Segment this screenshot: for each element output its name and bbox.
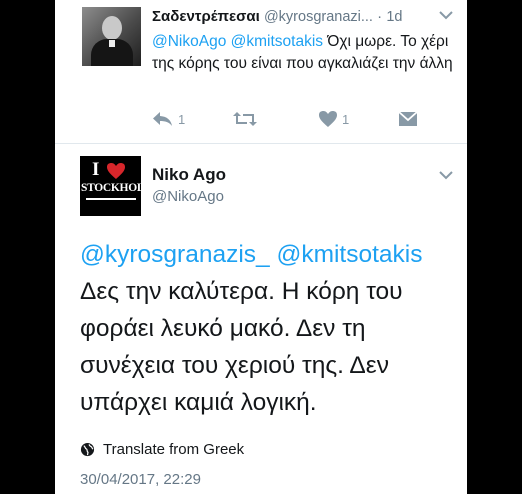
translate-button[interactable]: Translate from Greek xyxy=(80,440,244,458)
main-avatar[interactable]: I STOCKHOLM xyxy=(80,156,141,216)
dm-action-button[interactable] xyxy=(398,109,418,129)
tweet-card: Σαδεντρέπεσαι @kyrosgranazi... · 1d @Nik… xyxy=(55,0,467,494)
chevron-down-icon[interactable] xyxy=(439,170,453,180)
tweet-timestamp[interactable]: 30/04/2017, 22:29 xyxy=(80,471,201,488)
left-black-bar xyxy=(0,0,55,494)
heart-icon xyxy=(107,163,125,179)
right-black-bar xyxy=(467,0,522,494)
reply-text: @NikoAgo @kmitsotakis Όχι μωρε. Το χέρι … xyxy=(152,31,457,75)
reply-icon xyxy=(153,112,172,126)
globe-icon xyxy=(80,442,95,456)
avatar-text-stockholm: STOCKHOLM xyxy=(81,182,141,194)
main-mention-1[interactable]: @kyrosgranazis_ xyxy=(80,241,270,268)
retweet-action-button[interactable] xyxy=(232,109,258,129)
avatar-text-i: I xyxy=(92,159,100,180)
reply-tweet[interactable]: Σαδεντρέπεσαι @kyrosgranazi... · 1d @Nik… xyxy=(55,0,467,144)
chevron-down-icon[interactable] xyxy=(439,10,453,20)
reply-header: Σαδεντρέπεσαι @kyrosgranazi... · 1d xyxy=(152,8,452,28)
reply-actions: 1 1 xyxy=(152,109,462,129)
reply-count: 1 xyxy=(178,111,186,127)
like-action-button[interactable]: 1 xyxy=(318,109,349,129)
avatar-underline xyxy=(86,198,136,200)
reply-author-handle[interactable]: @kyrosgranazi... xyxy=(264,9,373,25)
reply-separator: · xyxy=(377,8,383,25)
reply-author-name[interactable]: Σαδεντρέπεσαι xyxy=(152,8,260,25)
translate-label: Translate from Greek xyxy=(103,440,245,458)
reply-avatar[interactable] xyxy=(82,7,141,66)
reply-time[interactable]: 1d xyxy=(386,9,402,25)
main-mention-2[interactable]: @kmitsotakis xyxy=(276,241,422,268)
like-count: 1 xyxy=(342,111,350,127)
reply-mention-1[interactable]: @NikoAgo xyxy=(152,33,226,50)
reply-action-button[interactable]: 1 xyxy=(152,109,185,129)
main-tweet-text: @kyrosgranazis_ @kmitsotakis Δες την καλ… xyxy=(80,236,465,421)
main-text-body: Δες την καλύτερα. Η κόρη του φοράει λευκ… xyxy=(80,278,403,416)
retweet-icon xyxy=(233,112,257,126)
main-author-handle[interactable]: @NikoAgo xyxy=(152,188,224,205)
like-icon xyxy=(319,111,337,127)
main-author-name[interactable]: Niko Ago xyxy=(152,165,226,185)
dm-icon xyxy=(398,111,418,126)
reply-mention-2[interactable]: @kmitsotakis xyxy=(231,33,323,50)
